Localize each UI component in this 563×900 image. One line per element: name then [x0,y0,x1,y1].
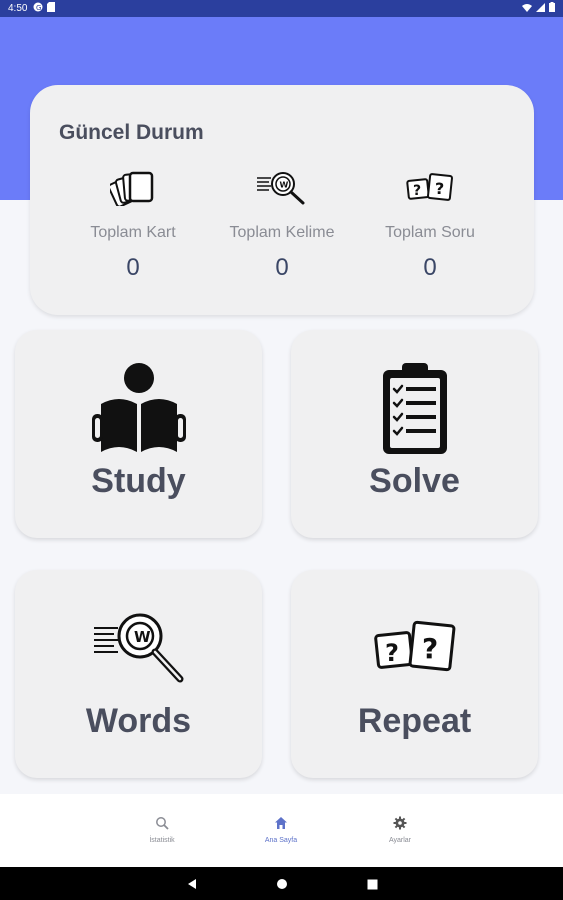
solve-tile[interactable]: Solve [291,330,538,538]
study-label: Study [91,462,186,500]
nav-label: İstatistik [149,837,175,844]
stat-total-questions: ? ? Toplam Soru 0 [355,170,505,282]
back-icon[interactable] [186,877,198,895]
status-bar: 4:50 G [0,0,563,17]
home-circle-icon[interactable] [276,877,288,895]
nav-label: Ana Sayfa [264,837,298,844]
reading-person-icon [15,362,262,454]
word-search-icon: W [15,612,262,686]
sd-card-icon [47,2,56,15]
search-icon [155,817,169,834]
nav-item-home[interactable]: Ana Sayfa [241,816,321,844]
stat-label: Toplam Kelime [229,224,335,241]
current-status-title: Güncel Durum [59,121,204,144]
question-cards-icon: ? ? [291,620,538,678]
nav-item-statistics[interactable]: İstatistik [122,816,202,844]
svg-text:G: G [36,4,41,12]
stat-value: 0 [126,254,140,281]
clipboard-checklist-icon [291,362,538,456]
word-search-icon: W [207,170,357,206]
system-navigation-bar [0,867,563,900]
study-tile[interactable]: Study [15,330,262,538]
home-icon [274,817,288,834]
svg-text:W: W [134,628,151,646]
gear-icon [393,816,407,834]
battery-icon [549,2,555,15]
status-time: 4:50 [8,3,28,14]
stat-value: 0 [423,254,437,281]
svg-text:W: W [280,181,289,190]
signal-icon [536,2,545,15]
stat-total-cards: Toplam Kart 0 [58,170,208,282]
svg-text:?: ? [385,639,399,667]
words-label: Words [85,702,192,740]
svg-text:?: ? [422,632,438,665]
question-cards-icon: ? ? [355,170,505,206]
nav-item-settings[interactable]: Ayarlar [360,816,440,844]
app-notification-icon: G [33,2,43,15]
svg-text:?: ? [413,183,421,199]
bottom-navigation: İstatistik Ana Sayfa Ayarlar [0,794,563,867]
recents-icon[interactable] [367,877,378,895]
stat-total-words: W Toplam Kelime 0 [207,170,357,282]
svg-text:?: ? [435,179,444,198]
stat-label: Toplam Kart [90,224,176,241]
wifi-icon [522,3,532,15]
nav-label: Ayarlar [388,837,412,844]
repeat-tile[interactable]: ? ? Repeat [291,570,538,778]
current-status-card: Güncel Durum Toplam Kart 0 W Toplam Keli… [30,85,534,315]
words-tile[interactable]: W Words [15,570,262,778]
stat-label: Toplam Soru [385,224,475,241]
repeat-label: Repeat [357,702,472,740]
cards-icon [58,170,208,206]
stat-value: 0 [275,254,289,281]
solve-label: Solve [369,462,460,500]
